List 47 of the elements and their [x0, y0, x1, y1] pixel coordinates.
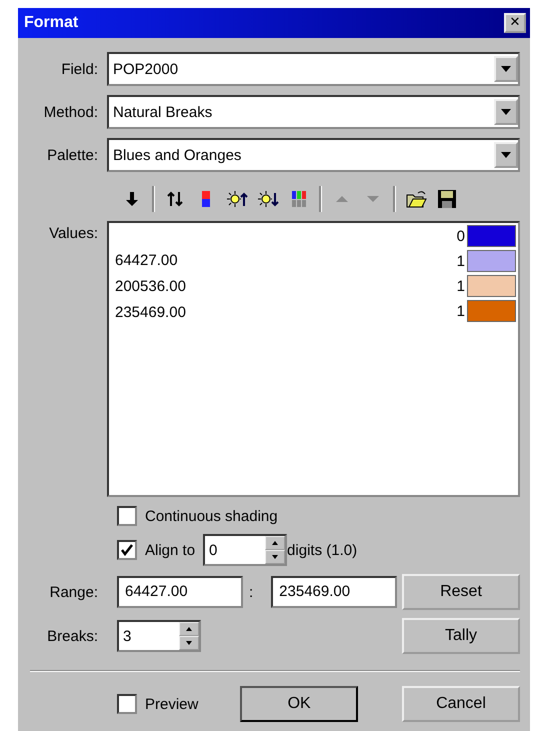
class-count: 1	[456, 252, 465, 270]
dropdown[interactable]: Natural Breaks	[107, 95, 520, 129]
color-swatch[interactable]	[467, 225, 516, 247]
save-icon[interactable]	[436, 188, 458, 210]
range-separator: :	[249, 584, 254, 600]
field-label: Palette:	[46, 146, 99, 164]
field-label: Range:	[48, 584, 99, 600]
cancel-button[interactable]: Cancel	[402, 686, 520, 722]
color-swatch[interactable]	[467, 275, 516, 297]
window-title: Format	[24, 14, 78, 32]
spin-up-icon[interactable]	[265, 536, 286, 550]
checkbox-label[interactable]: Preview	[145, 696, 198, 712]
break-value[interactable]: 235469.00	[115, 303, 186, 323]
checkbox[interactable]	[117, 506, 137, 526]
digits-label: digits (1.0)	[287, 542, 358, 558]
field-label: Field:	[60, 60, 99, 78]
spin-field[interactable]: 0	[203, 534, 288, 566]
field-label: Breaks:	[46, 628, 99, 644]
dropdown[interactable]: POP2000	[107, 52, 520, 86]
folder-icon[interactable]	[405, 188, 427, 210]
checkbox[interactable]	[117, 694, 137, 714]
color-swatch[interactable]	[467, 250, 516, 272]
reset-button[interactable]: Reset	[402, 574, 520, 610]
sun-up-icon[interactable]	[226, 188, 248, 210]
field-label: Values:	[48, 225, 99, 242]
ok-button[interactable]: OK	[240, 686, 358, 722]
values-list[interactable]: 64427.00 200536.00 235469.00 0 1 1 1	[107, 221, 520, 497]
class-count: 1	[456, 278, 465, 294]
field-label: Method:	[42, 104, 99, 120]
sun-down-icon[interactable]	[257, 188, 279, 210]
class-count: 1	[456, 302, 465, 320]
color-swatch[interactable]	[467, 300, 516, 322]
class-count: 0	[456, 228, 465, 244]
checkbox-label[interactable]: Continuous shading	[145, 508, 278, 524]
input-field[interactable]: 235469.00	[271, 576, 398, 608]
spin-down-icon[interactable]	[265, 550, 286, 564]
close-button[interactable]: ✕	[504, 13, 526, 33]
spin-down-icon[interactable]	[179, 636, 199, 650]
spin-up-icon[interactable]	[179, 622, 199, 636]
input-field[interactable]: 64427.00	[117, 576, 243, 608]
break-value[interactable]: 64427.00	[115, 251, 186, 271]
checkbox-label[interactable]: Align to	[145, 542, 196, 558]
spin-field[interactable]: 3	[117, 620, 201, 652]
break-value[interactable]: 200536.00	[115, 277, 186, 297]
checkbox[interactable]	[117, 540, 137, 560]
tally-button[interactable]: Tally	[402, 618, 520, 654]
dropdown[interactable]: Blues and Oranges	[107, 138, 520, 172]
